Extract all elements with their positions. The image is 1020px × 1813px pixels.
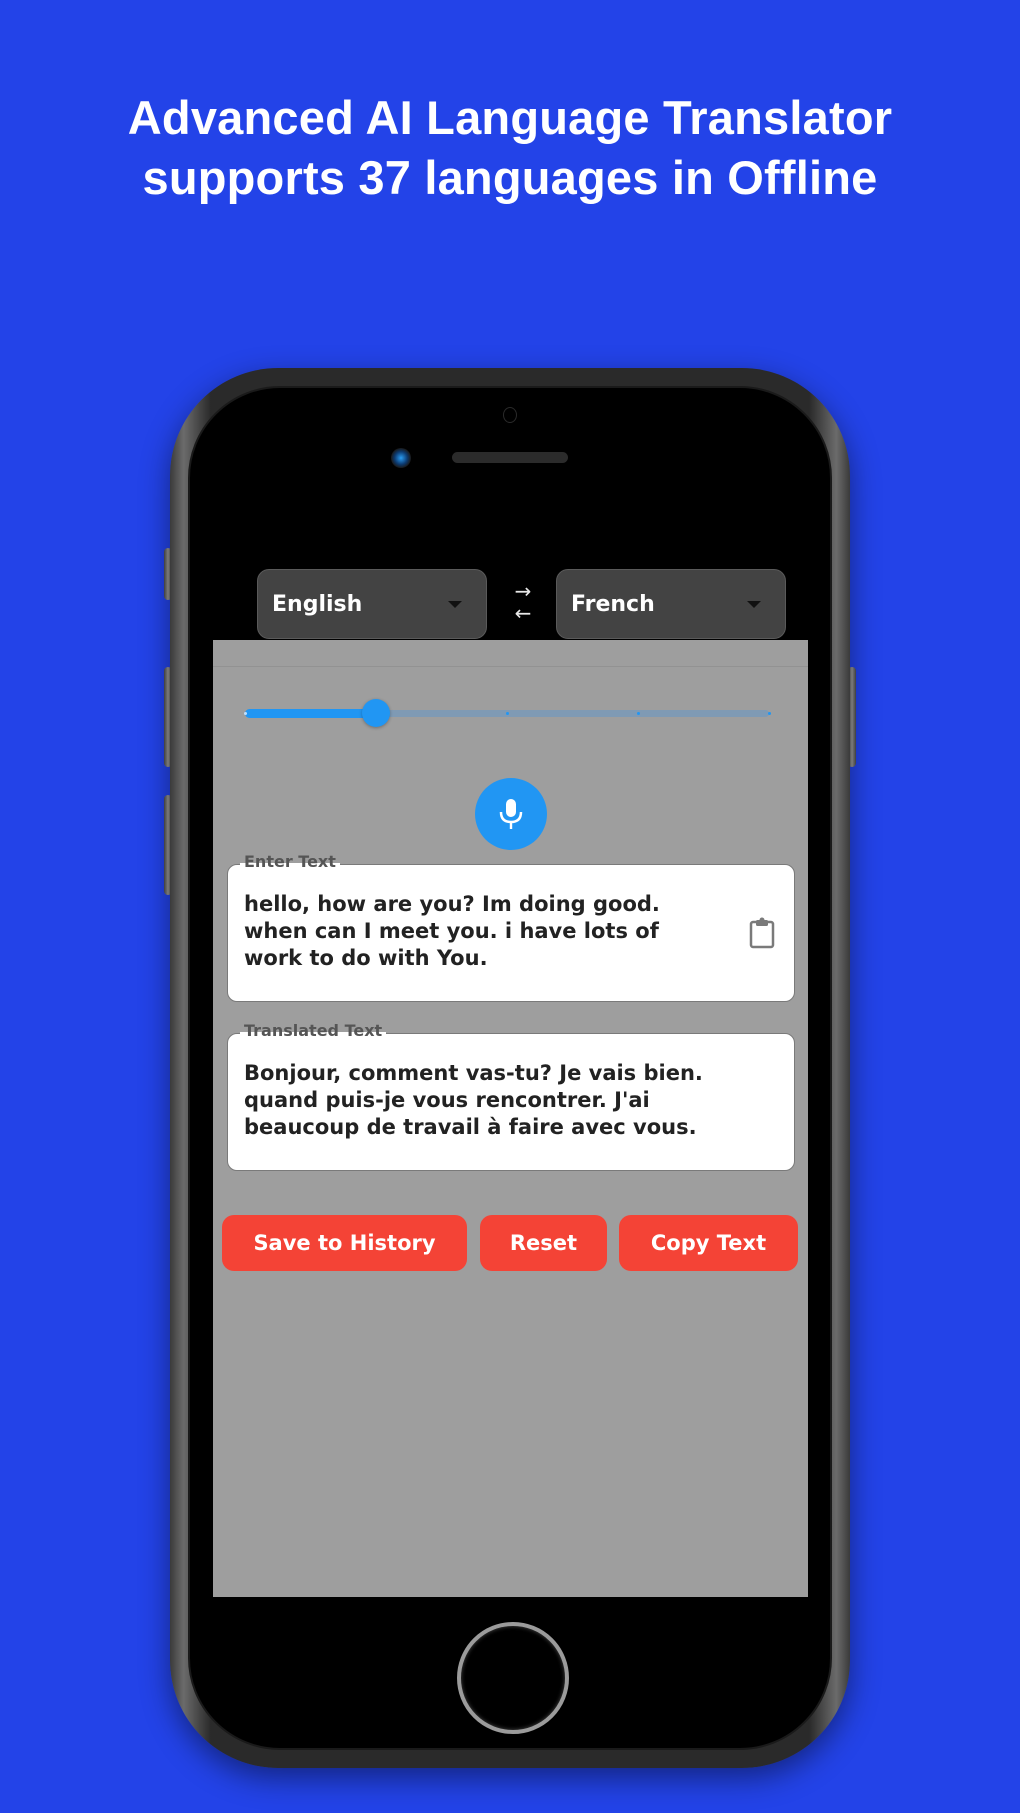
swap-languages-button[interactable]: → ← <box>505 580 541 630</box>
action-buttons: Save to History Reset Copy Text <box>222 1215 800 1271</box>
input-text[interactable]: hello, how are you? Im doing good. when … <box>244 891 714 972</box>
slider-tick <box>767 712 771 715</box>
speed-slider[interactable] <box>243 695 771 731</box>
paste-button[interactable] <box>748 917 776 953</box>
translated-text: Bonjour, comment vas-tu? Je vais bien. q… <box>244 1061 703 1139</box>
arrow-left-icon: ← <box>514 601 532 625</box>
app-screen: Enter Text hello, how are you? Im doing … <box>213 640 808 1597</box>
microphone-icon <box>499 799 523 829</box>
slider-fill <box>245 709 376 718</box>
copy-text-button[interactable]: Copy Text <box>619 1215 798 1271</box>
source-language-dropdown[interactable]: English <box>257 569 487 639</box>
slider-tick <box>505 712 509 715</box>
slider-tick <box>243 712 247 715</box>
chevron-down-icon <box>747 601 761 608</box>
clipboard-icon <box>749 917 775 949</box>
input-text-field[interactable]: Enter Text hello, how are you? Im doing … <box>227 853 795 1002</box>
promo-headline: Advanced AI Language Translator supports… <box>0 88 1020 208</box>
earpiece-speaker <box>452 452 568 463</box>
input-label: Enter Text <box>240 853 340 871</box>
target-language-dropdown[interactable]: French <box>556 569 786 639</box>
proximity-sensor <box>503 407 517 423</box>
headline-line-1: Advanced AI Language Translator <box>127 91 893 144</box>
source-language-value: English <box>272 591 363 617</box>
arrow-right-icon: → <box>514 579 532 603</box>
headline-line-2: supports 37 languages in Offline <box>142 151 878 204</box>
slider-thumb[interactable] <box>362 699 390 727</box>
home-button[interactable] <box>457 1622 569 1734</box>
target-language-value: French <box>571 591 655 617</box>
output-label: Translated Text <box>240 1022 387 1040</box>
front-camera-icon <box>391 448 411 468</box>
reset-button[interactable]: Reset <box>480 1215 607 1271</box>
divider <box>213 666 808 667</box>
translated-text-field[interactable]: Translated Text Bonjour, comment vas-tu?… <box>227 1022 795 1171</box>
slider-tick <box>636 712 640 715</box>
microphone-button[interactable] <box>475 778 547 850</box>
save-to-history-button[interactable]: Save to History <box>222 1215 467 1271</box>
chevron-down-icon <box>448 601 462 608</box>
